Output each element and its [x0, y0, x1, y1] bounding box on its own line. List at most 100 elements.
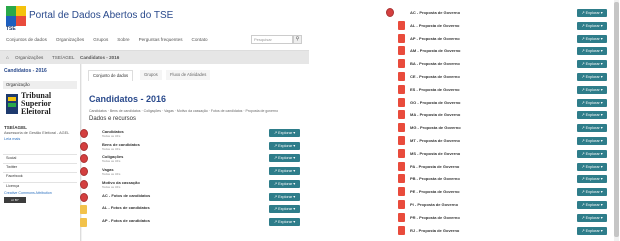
resource-name[interactable]: PE - Proposta de Governo [410, 189, 460, 194]
resource-name[interactable]: AC - Fotos de candidatos [102, 193, 150, 198]
resource-name[interactable]: BA - Proposta de Governo [410, 61, 460, 66]
search-input[interactable]: Pesquisar [251, 35, 293, 44]
pdf-icon [398, 20, 405, 30]
resource-name[interactable]: MS - Proposta de Governo [410, 151, 460, 156]
breadcrumb-organizacoes[interactable]: Organizações [15, 55, 43, 60]
sidebar-description: Assessoria de Gestão Eleitoral - AGEL [4, 131, 70, 135]
explore-button[interactable]: ↗ Explorar ▾ [269, 141, 300, 150]
twitter-link[interactable]: Twitter [3, 163, 77, 170]
read-more-link[interactable]: Leia mais [4, 137, 20, 141]
nav-sobre[interactable]: Sobre [117, 37, 129, 42]
explore-button[interactable]: ↗ Explorar ▾ [577, 188, 607, 197]
breadcrumb: ⌂ Organizações TSE/AGEL Candidatos - 201… [0, 51, 309, 64]
pdf-icon [398, 59, 405, 69]
scrollbar-thumb[interactable] [614, 2, 619, 237]
list-item: CE - Proposta de Governo ↗ Explorar ▾ [309, 71, 620, 83]
list-item: AL - Fotos de candidatos ↗ Explorar ▾ [80, 204, 309, 216]
resource-name[interactable]: MA - Proposta de Governo [410, 112, 460, 117]
nav-perguntas[interactable]: Perguntas frequentes [139, 37, 183, 42]
search-icon[interactable]: ⚲ [293, 35, 302, 44]
resource-red-icon [80, 154, 88, 164]
resource-name[interactable]: AP - Proposta de Governo [410, 36, 460, 41]
resource-name[interactable]: AL - Proposta de Governo [410, 23, 460, 28]
resource-name[interactable]: MT - Proposta de Governo [410, 138, 460, 143]
explore-button[interactable]: ↗ Explorar ▾ [577, 34, 607, 43]
explore-button[interactable]: ↗ Explorar ▾ [577, 111, 607, 120]
pdf-icon [398, 72, 405, 81]
list-item: Motivo da cassação Todos os UFs ↗ Explorar… [80, 179, 309, 191]
resource-name[interactable]: AL - Fotos de candidatos [102, 205, 150, 210]
resource-name[interactable]: AC - Proposta de Governo [410, 10, 460, 15]
list-item: Candidatos Todos os UFs ↗ Explorar ▾ [80, 128, 309, 140]
tab-dataset[interactable]: Conjunto de dados [88, 70, 134, 81]
explore-button[interactable]: ↗ Explorar ▾ [577, 85, 607, 94]
explore-button[interactable]: ↗ Explorar ▾ [577, 60, 607, 69]
sidebar-title: Candidatos - 2016 [4, 68, 47, 74]
explore-button[interactable]: ↗ Explorar ▾ [269, 129, 300, 137]
list-item: PA - Proposta de Governo ↗ Explorar ▾ [309, 161, 620, 173]
nav-contato[interactable]: Contato [192, 37, 208, 42]
explore-button[interactable]: ↗ Explorar ▾ [577, 73, 607, 81]
list-item: PE - Proposta de Governo ↗ Explorar ▾ [309, 186, 620, 198]
page-title: Candidatos - 2016 [89, 94, 167, 104]
home-icon[interactable]: ⌂ [6, 55, 9, 60]
explore-button[interactable]: ↗ Explorar ▾ [269, 205, 300, 214]
explore-button[interactable]: ↗ Explorar ▾ [269, 167, 300, 176]
resource-name[interactable]: RJ - Proposta de Governo [410, 228, 459, 233]
explore-button[interactable]: ↗ Explorar ▾ [577, 213, 607, 222]
resource-subtitle: Todos os UFs [102, 134, 121, 138]
license-badge[interactable]: cc BY [4, 197, 26, 203]
list-item: Vagas Todos os UFs ↗ Explorar ▾ [80, 166, 309, 178]
license-link[interactable]: Creative Commons Attribution [4, 191, 52, 195]
resource-name[interactable]: AP - Fotos de candidatos [102, 218, 150, 223]
resource-subtitle: Todos os UFs [102, 146, 121, 151]
explore-button[interactable]: ↗ Explorar ▾ [577, 9, 607, 17]
pdf-icon [398, 136, 405, 145]
resource-name[interactable]: PA - Proposta de Governo [410, 164, 459, 169]
facebook-link[interactable]: Facebook [3, 172, 77, 179]
resource-name[interactable]: MG - Proposta de Governo [410, 125, 461, 130]
nav-conjuntos[interactable]: Conjuntos de dados [6, 37, 47, 42]
tab-activity[interactable]: Fluxo de Atividades [166, 70, 211, 80]
breadcrumb-candidatos[interactable]: Candidatos - 2016 [80, 55, 119, 60]
nav-grupos[interactable]: Grupos [93, 37, 108, 42]
list-item: AL - Proposta de Governo ↗ Explorar ▾ [309, 20, 620, 32]
sidebar-org-label: Organização [3, 81, 77, 89]
resource-red-icon [80, 192, 88, 202]
explore-button[interactable]: ↗ Explorar ▾ [577, 21, 607, 30]
explore-button[interactable]: ↗ Explorar ▾ [577, 162, 607, 171]
list-item: AC - Fotos de candidatos ↗ Explorar ▾ [80, 192, 309, 204]
explore-button[interactable]: ↗ Explorar ▾ [577, 149, 607, 158]
explore-button[interactable]: ↗ Explorar ▾ [577, 98, 607, 107]
pdf-icon [398, 123, 405, 133]
resource-name[interactable]: GO - Proposta de Governo [410, 100, 460, 105]
explore-button[interactable]: ↗ Explorar ▾ [577, 47, 607, 56]
explore-button[interactable]: ↗ Explorar ▾ [269, 179, 300, 188]
resource-subtitle: Todos os UFs [102, 159, 121, 164]
list-item: PR - Proposta de Governo ↗ Explorar ▾ [309, 212, 620, 224]
explore-button[interactable]: ↗ Explorar ▾ [577, 124, 607, 133]
resource-name[interactable]: CE - Proposta de Governo [410, 74, 460, 79]
resource-name[interactable]: ES - Proposta de Governo [410, 87, 460, 92]
pdf-icon [398, 161, 405, 171]
list-item: PI - Proposta de Governo ↗ Explorar ▾ [309, 199, 620, 211]
breadcrumb-tse-agel[interactable]: TSE/AGEL [52, 55, 74, 60]
resource-name[interactable]: PI - Proposta de Governo [410, 202, 458, 207]
resource-name[interactable]: AM - Proposta de Governo [410, 48, 460, 53]
explore-button[interactable]: ↗ Explorar ▾ [269, 154, 300, 163]
explore-button[interactable]: ↗ Explorar ▾ [577, 201, 607, 209]
explore-button[interactable]: ↗ Explorar ▾ [269, 217, 300, 226]
portal-title[interactable]: Portal de Dados Abertos do TSE [29, 10, 173, 21]
main-nav: Conjuntos de dados Organizações Grupos Sobr… [6, 37, 217, 42]
pdf-icon [398, 200, 405, 209]
explore-button[interactable]: ↗ Explorar ▾ [577, 226, 607, 235]
explore-button[interactable]: ↗ Explorar ▾ [577, 137, 607, 145]
explore-button[interactable]: ↗ Explorar ▾ [269, 192, 300, 201]
tab-groups[interactable]: Grupos [140, 70, 162, 80]
nav-organizacoes[interactable]: Organizações [56, 37, 84, 42]
resource-name[interactable]: PB - Proposta de Governo [410, 176, 460, 181]
pdf-icon [398, 187, 405, 197]
explore-button[interactable]: ↗ Explorar ▾ [577, 175, 607, 184]
main-content: Conjunto de dados Grupos Fluxo de Ativid… [80, 64, 309, 241]
resource-name[interactable]: PR - Proposta de Governo [410, 215, 460, 220]
